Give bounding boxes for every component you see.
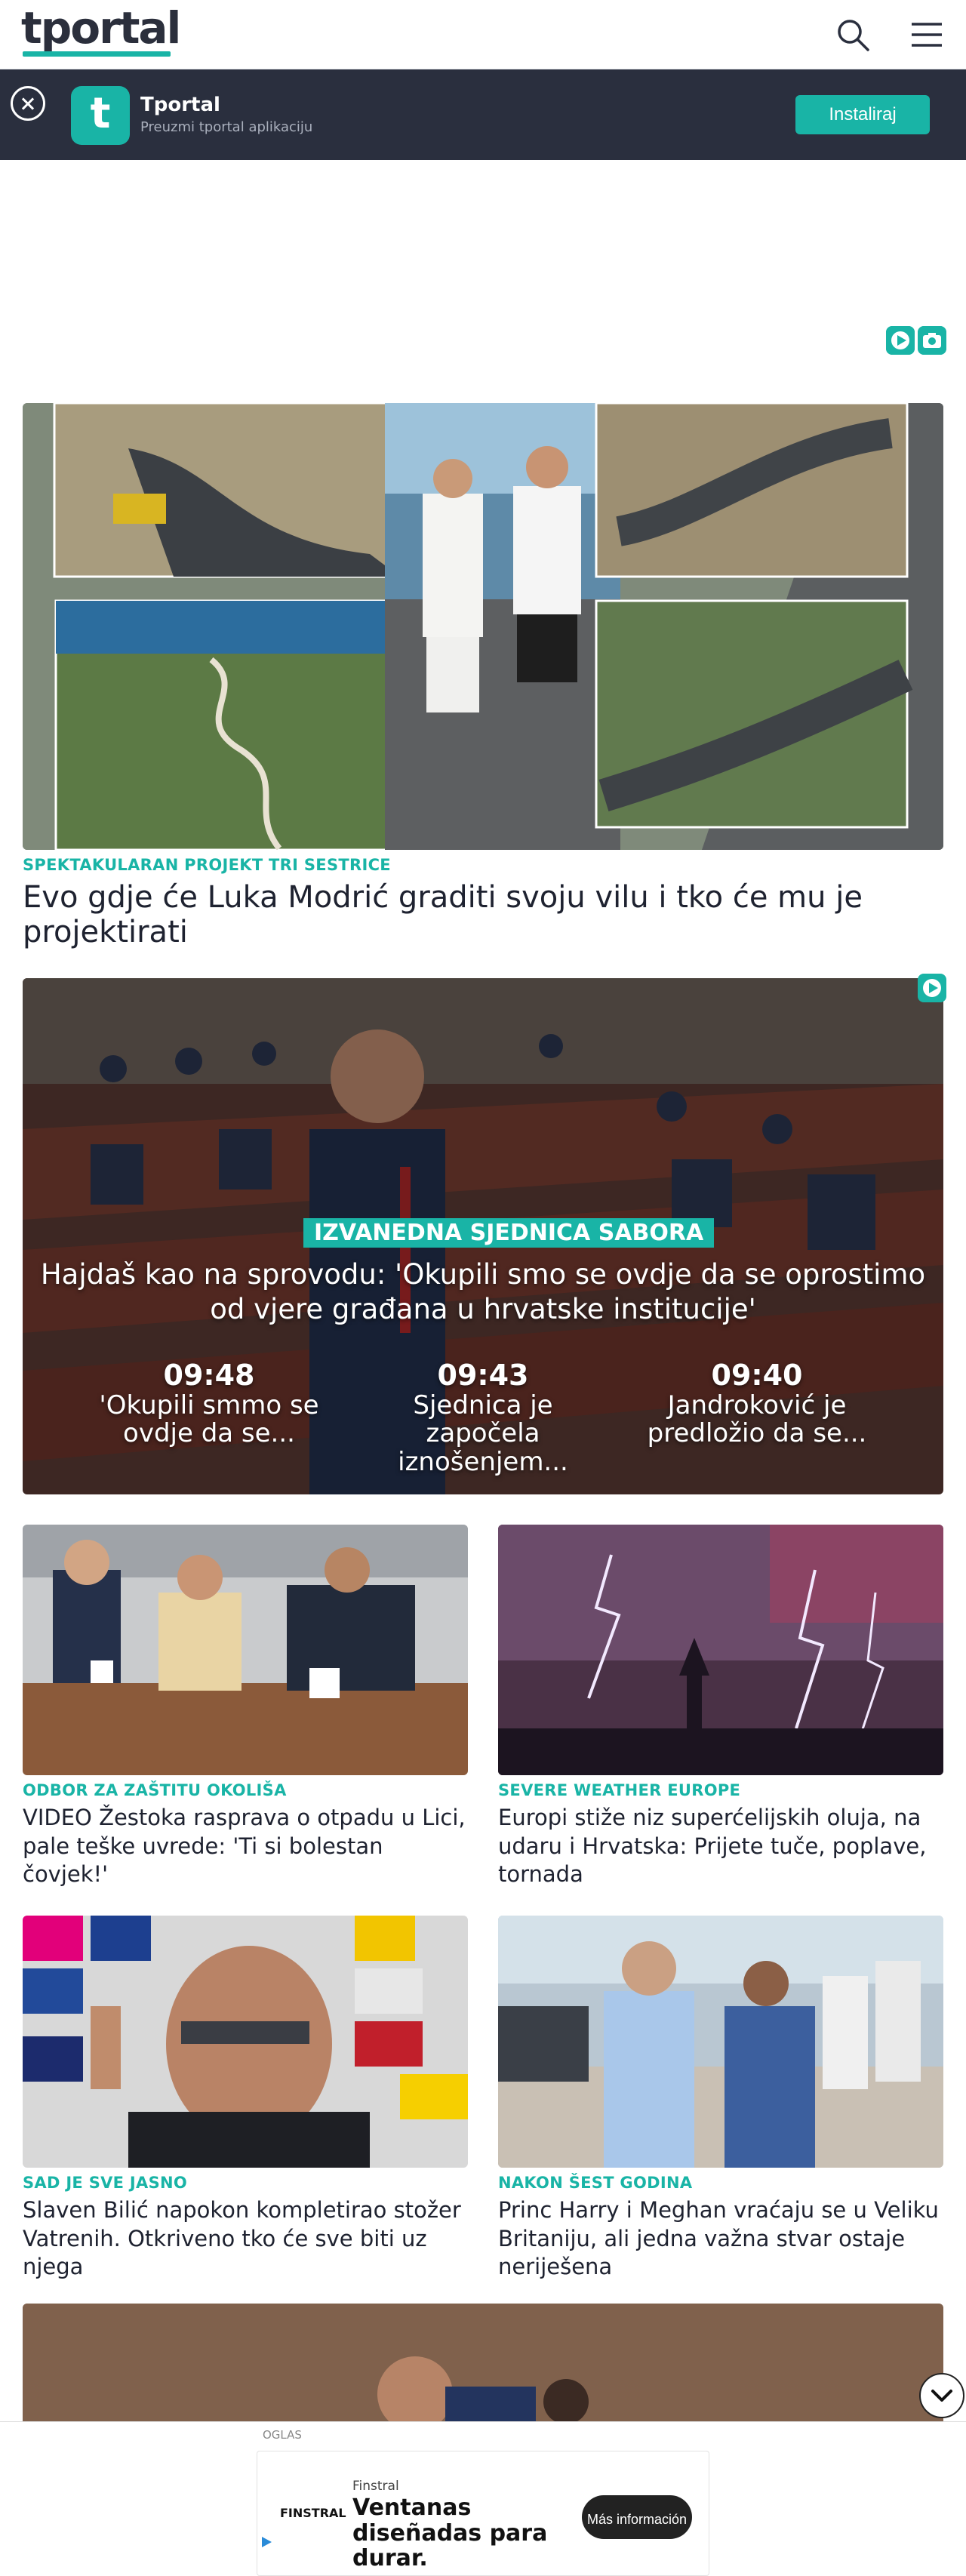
article-image-bilic[interactable] bbox=[23, 1916, 468, 2168]
article-image-odbor[interactable] bbox=[23, 1525, 468, 1775]
ad-camera-icon[interactable] bbox=[918, 326, 946, 355]
live-item[interactable]: 09:40 Jandroković je predložio da se... bbox=[632, 1359, 881, 1448]
article-image-modric-collage[interactable] bbox=[23, 403, 943, 850]
app-install-banner: t Tportal Preuzmi tportal aplikaciju Ins… bbox=[0, 69, 966, 160]
bottom-ad-banner: OGLAS FINSTRAL Finstral Ventanas diseñad… bbox=[0, 2421, 966, 2576]
ad-creative[interactable]: FINSTRAL Finstral Ventanas diseñadas par… bbox=[257, 2451, 709, 2576]
ad-headline: Ventanas diseñadas para durar. bbox=[352, 2494, 548, 2572]
article-image-harry-meghan[interactable] bbox=[498, 1916, 943, 2168]
ad-play-icon[interactable] bbox=[886, 326, 915, 355]
live-item-text: 'Okupili smmo se ovdje da se... bbox=[99, 1390, 319, 1449]
live-item[interactable]: 09:48 'Okupili smmo se ovdje da se... bbox=[85, 1359, 334, 1448]
logo-underline bbox=[23, 51, 171, 57]
article-image-football[interactable] bbox=[23, 2304, 943, 2424]
article-title[interactable]: VIDEO Žestoka rasprava o otpadu u Lici, … bbox=[23, 1804, 468, 1889]
video-play-icon[interactable] bbox=[918, 974, 946, 1002]
live-item-text: Sjednica je započela iznošenjem... bbox=[398, 1390, 568, 1477]
live-item-time: 09:48 bbox=[163, 1359, 255, 1392]
search-icon[interactable] bbox=[835, 17, 871, 53]
live-kicker: IZVANEDNA SJEDNICA SABORA bbox=[303, 1218, 715, 1248]
collapse-ad-button[interactable] bbox=[919, 2373, 964, 2418]
article-kicker: SEVERE WEATHER EUROPE bbox=[498, 1781, 741, 1799]
article-kicker: ODBOR ZA ZAŠTITU OKOLIŠA bbox=[23, 1781, 287, 1799]
article-title[interactable]: Evo gdje će Luka Modrić graditi svoju vi… bbox=[23, 880, 913, 949]
chevron-down-icon bbox=[931, 2390, 952, 2402]
article-title[interactable]: Princ Harry i Meghan vraćaju se u Veliku… bbox=[498, 2196, 943, 2282]
article-kicker: SPEKTAKULARAN PROJEKT TRI SESTRICE bbox=[23, 856, 391, 874]
ad-brand-name: Finstral bbox=[352, 2479, 399, 2494]
tportal-app-icon: t bbox=[71, 86, 130, 145]
article-kicker: SAD JE SVE JASNO bbox=[23, 2174, 188, 2192]
article-image-storm[interactable] bbox=[498, 1525, 943, 1775]
live-item-time: 09:43 bbox=[437, 1359, 529, 1392]
hamburger-menu-icon[interactable] bbox=[909, 17, 945, 53]
article-title[interactable]: Europi stiže niz superćelijskih oluja, n… bbox=[498, 1804, 943, 1889]
install-button[interactable]: Instaliraj bbox=[795, 95, 930, 134]
ad-brand-logo: FINSTRAL bbox=[280, 2506, 346, 2520]
live-item-time: 09:40 bbox=[711, 1359, 803, 1392]
article-kicker: NAKON ŠEST GODINA bbox=[498, 2174, 693, 2192]
live-title[interactable]: Hajdaš kao na sprovodu: 'Okupili smo se … bbox=[30, 1257, 936, 1328]
live-item-text: Jandroković je predložio da se... bbox=[647, 1390, 867, 1449]
ad-choices-icon[interactable] bbox=[260, 2535, 273, 2549]
app-name: Tportal bbox=[140, 94, 220, 116]
article-title[interactable]: Slaven Bilić napokon kompletirao stožer … bbox=[23, 2196, 468, 2282]
site-logo[interactable]: tportal bbox=[21, 6, 181, 50]
close-banner-button[interactable] bbox=[11, 86, 45, 121]
site-header: tportal bbox=[0, 0, 966, 69]
app-subtitle: Preuzmi tportal aplikaciju bbox=[140, 119, 313, 135]
ad-cta-button[interactable]: Más información bbox=[582, 2495, 692, 2539]
ad-label: OGLAS bbox=[263, 2428, 302, 2442]
live-item[interactable]: 09:43 Sjednica je započela iznošenjem... bbox=[358, 1359, 608, 1476]
